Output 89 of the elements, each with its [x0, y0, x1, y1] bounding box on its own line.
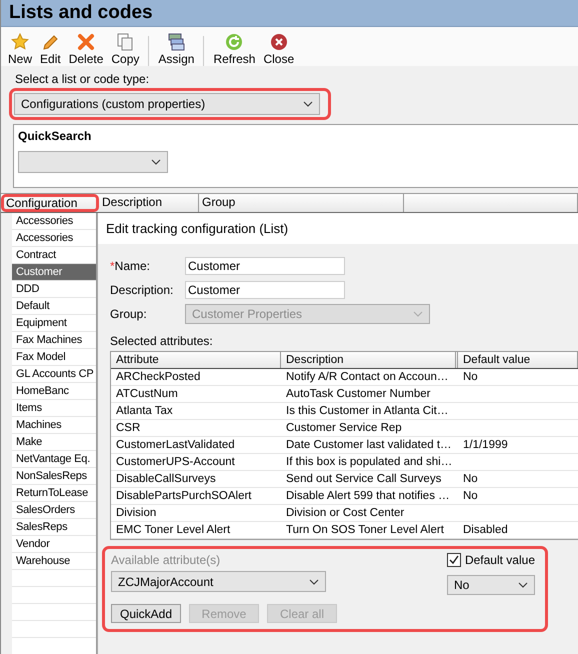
table-cell-text: CSR [115, 421, 142, 436]
list-item[interactable]: Customer [12, 264, 96, 281]
field-label: Group: [110, 307, 148, 321]
table-cell-text: Division or Cost Center [285, 506, 406, 521]
field-label: Description: [110, 283, 174, 297]
list-item[interactable]: Warehouse [12, 553, 96, 570]
table-cell-text: Customer Service Rep [285, 421, 403, 436]
pencil-icon [41, 33, 60, 51]
list-item[interactable]: Items [12, 400, 96, 417]
attribute-dropdown[interactable]: ZCJMajorAccount [111, 571, 326, 592]
table-cell-text: Notify A/R Contact on Accoun… [285, 370, 450, 385]
column-header[interactable]: Description [281, 352, 458, 368]
table-cell-text: If this box is populated and shi… [285, 455, 454, 470]
table-cell-text: Is this Customer in Atlanta Cit… [285, 404, 450, 419]
table-cell-text: CustomerUPS-Account [115, 455, 236, 470]
chevron-icon [303, 101, 313, 107]
list-item[interactable]: HomeBanc [12, 383, 96, 400]
chevron-icon [413, 311, 423, 317]
windows-icon [167, 33, 186, 51]
window-title: Lists and codes [9, 2, 153, 24]
toolbar-button[interactable]: New [5, 33, 36, 66]
column-header[interactable]: Configuration [1, 194, 99, 212]
table-cell-text: Atlanta Tax [115, 404, 174, 419]
table-cell: No [463, 473, 478, 485]
chevron-icon [309, 578, 319, 584]
list-item[interactable]: Equipment [12, 315, 96, 332]
table-cell-text: Send out Service Call Surveys [285, 472, 442, 487]
list-item[interactable]: DDD [12, 281, 96, 298]
list-item[interactable]: Default [12, 298, 96, 315]
table-cell-text: ATCustNum [115, 387, 179, 402]
default-value-dropdown[interactable]: No [446, 575, 535, 595]
quicksearch-dropdown[interactable] [18, 151, 168, 173]
checkbox[interactable] [446, 553, 461, 567]
list-item[interactable]: NetVantage Eq. [12, 451, 96, 468]
table-cell-text: Turn On SOS Toner Level Alert [285, 523, 445, 538]
delete-icon [77, 33, 96, 51]
table-cell-text: EMC Toner Level Alert [115, 523, 232, 538]
column-header[interactable]: Group [199, 194, 404, 212]
field-label: Select a list or code type: [15, 72, 150, 86]
toolbar-button[interactable]: Delete [66, 33, 106, 66]
toolbar-button[interactable]: Edit [37, 33, 64, 66]
list-item[interactable]: SalesReps [12, 519, 96, 536]
field-label: Available attribute(s) [111, 553, 222, 567]
table-cell: Disabled [463, 524, 508, 536]
table-cell-text: Date Customer last validated t… [285, 438, 453, 453]
toolbar-button[interactable]: Copy [108, 33, 142, 66]
list-item[interactable]: ReturnToLease [12, 485, 96, 502]
list-item[interactable]: NonSalesReps [12, 468, 96, 485]
field-label: *Name: [110, 259, 152, 273]
list-item[interactable]: Fax Machines [12, 332, 96, 349]
chevron-icon [518, 582, 528, 588]
dialog-title: Edit tracking configuration (List) [98, 213, 578, 244]
action-button[interactable]: QuickAdd [111, 604, 181, 623]
table-cell-text: Division [115, 506, 158, 521]
table-cell-text: AutoTask Customer Number [285, 387, 432, 402]
list-item[interactable]: SalesOrders [12, 502, 96, 519]
toolbar-button[interactable]: Assign [155, 33, 198, 66]
list-item[interactable]: Fax Model [12, 349, 96, 366]
table-cell: No [463, 490, 478, 502]
table-cell-text: DisableCallSurveys [115, 472, 217, 487]
section-label: Selected attributes: [110, 334, 214, 348]
table-cell: 1/1/1999 [463, 439, 508, 451]
list-item[interactable]: GL Accounts CP [12, 366, 96, 383]
list-item[interactable]: Vendor [12, 536, 96, 553]
list-item[interactable]: Accessories [12, 230, 96, 247]
toolbar-button[interactable]: Refresh [210, 33, 258, 66]
table-cell: No [463, 371, 478, 383]
text-field[interactable]: Customer [185, 281, 345, 299]
text-field[interactable]: Customer [185, 257, 345, 275]
star-icon [11, 33, 29, 51]
copy-icon [116, 33, 134, 51]
chevron-icon [151, 159, 161, 165]
list-type-dropdown[interactable]: Configurations (custom properties) [14, 93, 320, 115]
quicksearch-label: QuickSearch [18, 129, 92, 143]
table-cell-text: ARCheckPosted [115, 370, 202, 385]
list-item[interactable]: Machines [12, 417, 96, 434]
refresh-icon [225, 33, 244, 51]
close-icon [270, 33, 288, 51]
table-cell-text: Disable Alert 599 that notifies … [285, 489, 451, 504]
column-header[interactable]: Attribute [111, 352, 281, 368]
list-item[interactable]: Make [12, 434, 96, 451]
column-header[interactable]: Description [99, 194, 199, 212]
table-cell-text: DisablePartsPurchSOAlert [115, 489, 252, 504]
checkmark-icon [448, 555, 459, 565]
toolbar-button[interactable]: Close [260, 33, 298, 66]
list-item[interactable]: Accessories [12, 213, 96, 230]
table-cell-text: CustomerLastValidated [115, 438, 236, 453]
column-header[interactable]: Default value [458, 352, 578, 368]
checkbox-label: Default value [464, 553, 535, 567]
